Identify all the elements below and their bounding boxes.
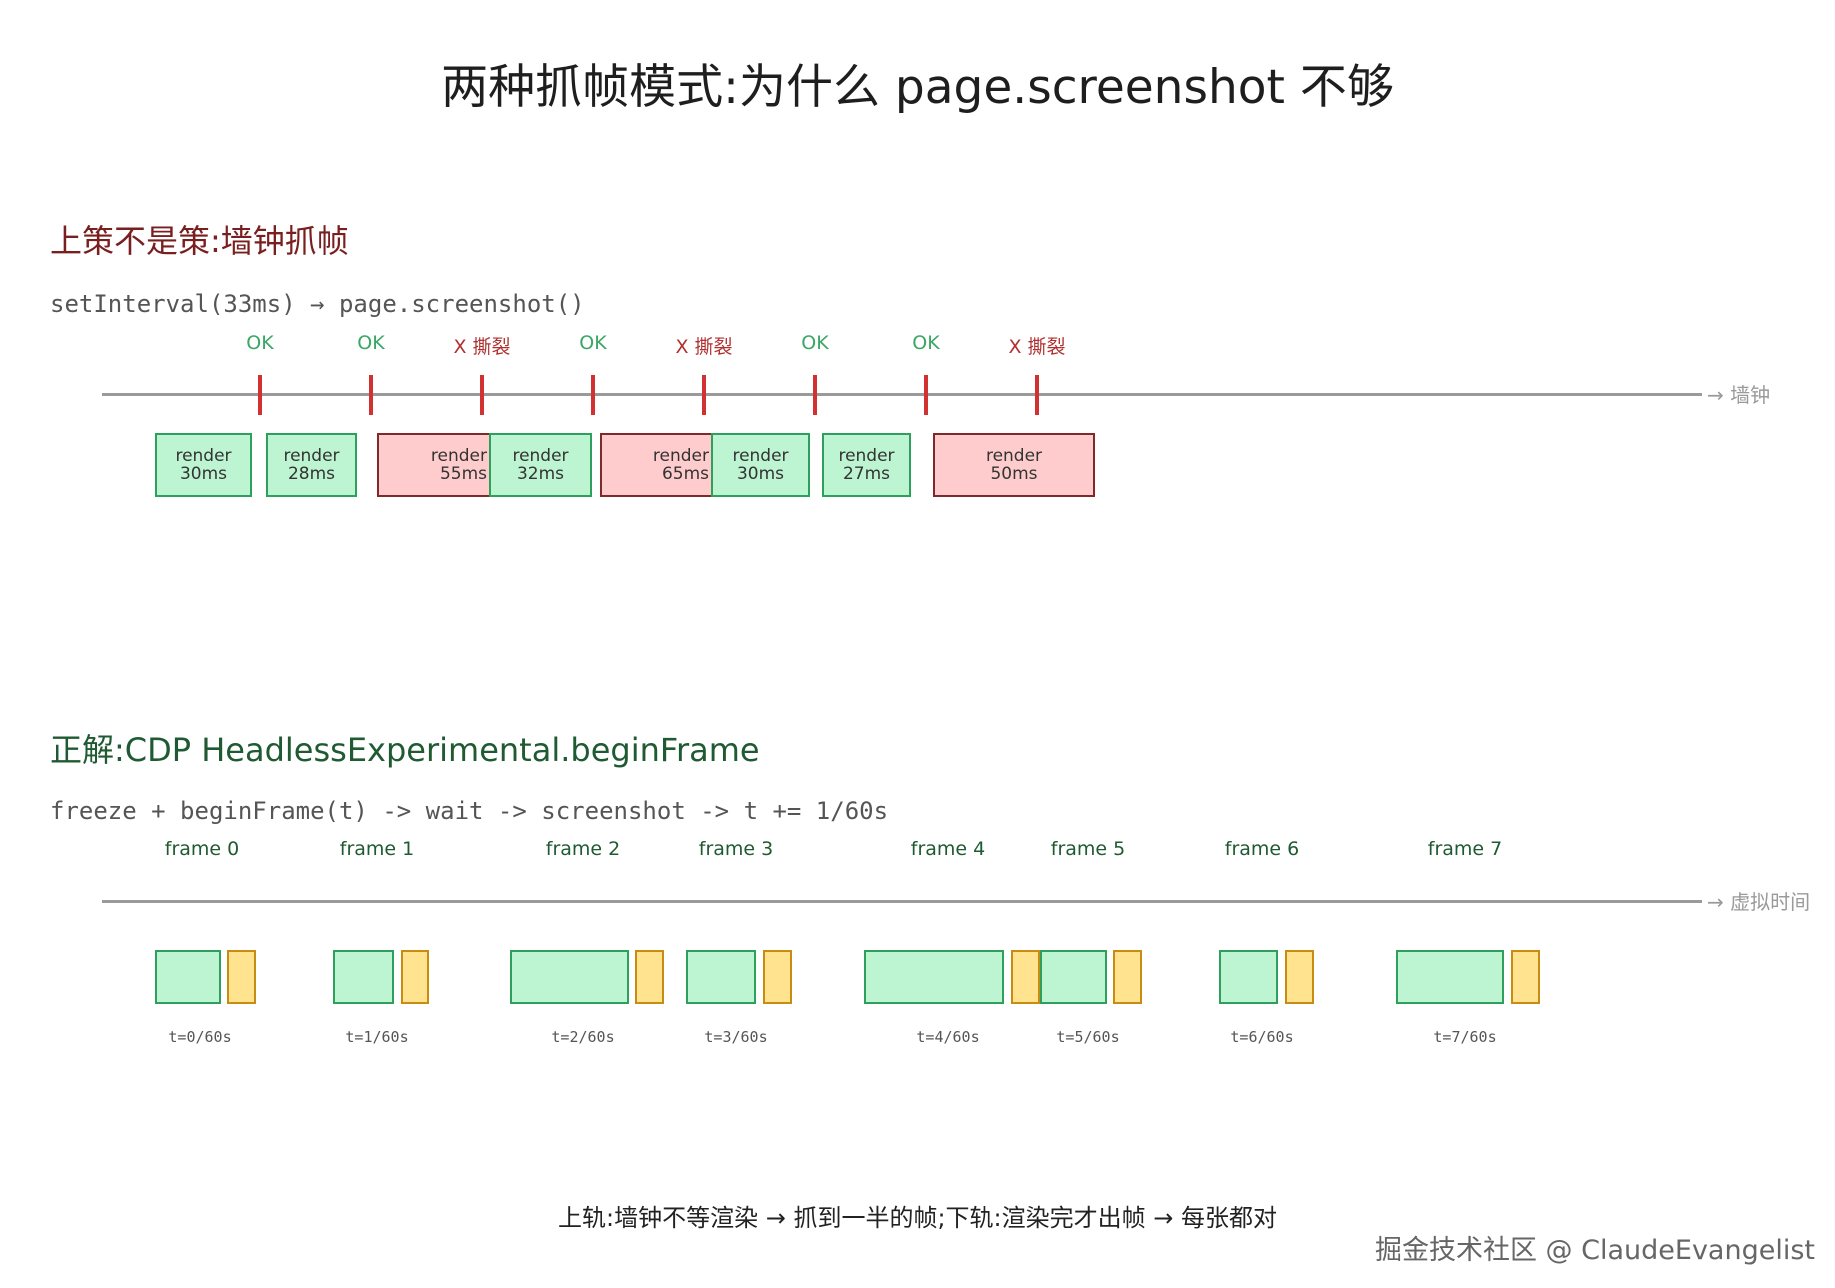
wall-clock-axis-label: → 墙钟	[1707, 383, 1771, 407]
capture-tick-5	[702, 375, 706, 415]
render-block-7: render 27ms	[822, 433, 911, 497]
render-block	[686, 950, 756, 1004]
render-block-label: render	[430, 446, 487, 466]
frame-label: frame 4	[910, 838, 986, 860]
render-block-3: render 55ms	[377, 433, 493, 497]
render-block-4: render 32ms	[489, 433, 592, 497]
render-block	[155, 950, 221, 1004]
capture-block	[1113, 950, 1142, 1004]
render-block	[1219, 950, 1278, 1004]
render-block-time: 28ms	[287, 464, 336, 484]
frame-label: frame 2	[545, 838, 621, 860]
virtual-time-label: t=3/60s	[704, 1028, 768, 1046]
capture-tick-4	[591, 375, 595, 415]
render-block-label: render	[512, 446, 569, 466]
capture-block	[1285, 950, 1314, 1004]
capture-block	[227, 950, 256, 1004]
virtual-time-label: t=2/60s	[551, 1028, 615, 1046]
page-title: 两种抓帧模式:为什么 page.screenshot 不够	[441, 60, 1394, 115]
capture-status-2: OK	[357, 332, 385, 354]
capture-tick-6	[813, 375, 817, 415]
capture-block	[1511, 950, 1540, 1004]
capture-tick-1	[258, 375, 262, 415]
virtual-time-label: t=7/60s	[1433, 1028, 1497, 1046]
render-block-label: render	[175, 446, 232, 466]
render-block	[864, 950, 1004, 1004]
top-section-code: setInterval(33ms) → page.screenshot()	[50, 290, 585, 318]
render-block-label: render	[283, 446, 340, 466]
render-block	[510, 950, 629, 1004]
capture-block	[635, 950, 664, 1004]
virtual-time-label: t=4/60s	[916, 1028, 980, 1046]
render-block	[333, 950, 394, 1004]
wall-clock-axis	[102, 393, 1702, 396]
render-block-label: render	[838, 446, 895, 466]
virtual-time-axis-label: → 虚拟时间	[1707, 890, 1811, 914]
capture-status-3: X 撕裂	[453, 336, 511, 358]
render-block-time: 65ms	[661, 464, 709, 484]
render-block-8: render 50ms	[933, 433, 1095, 497]
bottom-section-code: freeze + beginFrame(t) -> wait -> screen…	[50, 797, 889, 825]
capture-status-7: OK	[912, 332, 940, 354]
virtual-time-label: t=5/60s	[1056, 1028, 1120, 1046]
render-block-2: render 28ms	[266, 433, 357, 497]
render-block-time: 30ms	[179, 464, 228, 484]
watermark: 掘金技术社区 @ ClaudeEvangelist	[1374, 1235, 1815, 1266]
render-block-5: render 65ms	[600, 433, 717, 497]
render-block	[1040, 950, 1107, 1004]
bottom-section-heading: 正解:CDP HeadlessExperimental.beginFrame	[50, 731, 760, 769]
capture-status-4: OK	[579, 332, 607, 354]
render-block-label: render	[732, 446, 789, 466]
capture-status-8: X 撕裂	[1008, 336, 1066, 358]
capture-block	[401, 950, 429, 1004]
virtual-time-label: t=1/60s	[345, 1028, 409, 1046]
render-block	[1396, 950, 1504, 1004]
capture-block	[763, 950, 792, 1004]
frame-label: frame 0	[164, 838, 240, 860]
virtual-time-label: t=6/60s	[1230, 1028, 1294, 1046]
top-section-heading: 上策不是策:墙钟抓帧	[50, 222, 349, 260]
render-block-label: render	[985, 446, 1043, 466]
capture-status-5: X 撕裂	[675, 336, 733, 358]
frame-label: frame 1	[339, 838, 415, 860]
frame-label: frame 5	[1050, 838, 1126, 860]
render-block-label: render	[652, 446, 709, 466]
render-block-time: 50ms	[990, 464, 1038, 484]
render-block-6: render 30ms	[711, 433, 810, 497]
frame-label: frame 6	[1224, 838, 1300, 860]
virtual-time-label: t=0/60s	[168, 1028, 232, 1046]
capture-block	[1011, 950, 1040, 1004]
capture-tick-8	[1035, 375, 1039, 415]
capture-tick-2	[369, 375, 373, 415]
capture-status-1: OK	[246, 332, 274, 354]
capture-status-6: OK	[801, 332, 829, 354]
capture-tick-3	[480, 375, 484, 415]
frame-label: frame 3	[698, 838, 774, 860]
render-block-time: 32ms	[516, 464, 565, 484]
render-block-time: 55ms	[439, 464, 487, 484]
virtual-time-axis	[102, 900, 1702, 903]
frame-label: frame 7	[1427, 838, 1503, 860]
render-block-time: 27ms	[842, 464, 891, 484]
render-block-1: render 30ms	[155, 433, 252, 497]
render-block-time: 30ms	[736, 464, 785, 484]
capture-tick-7	[924, 375, 928, 415]
